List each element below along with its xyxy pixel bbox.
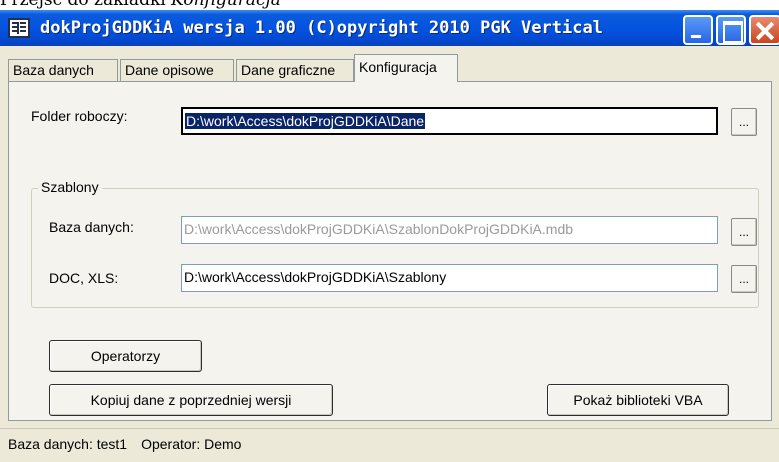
working-folder-value: D:\work\Access\dokProjGDDKiA\Dane xyxy=(185,113,426,129)
title-bar[interactable]: dokProjGDDKiA wersja 1.00 (C)opyright 20… xyxy=(0,10,779,46)
caption-italic: Konfiguracja xyxy=(171,0,281,10)
tab-konfiguracja[interactable]: Konfiguracja xyxy=(354,54,458,82)
caption-prefix: Przejść do zakładki xyxy=(0,0,172,10)
operators-button[interactable]: Operatorzy xyxy=(49,340,202,372)
copy-data-button[interactable]: Kopiuj dane z poprzedniej wersji xyxy=(49,384,333,416)
minimize-button[interactable] xyxy=(683,15,713,45)
tab-dane-opisowe[interactable]: Dane opisowe xyxy=(120,59,234,81)
window-title: dokProjGDDKiA wersja 1.00 (C)opyright 20… xyxy=(40,18,603,38)
working-folder-input[interactable]: D:\work\Access\dokProjGDDKiA\Dane xyxy=(181,107,718,135)
config-panel: Folder roboczy: D:\work\Access\dokProjGD… xyxy=(8,81,772,421)
template-db-label: Baza danych: xyxy=(49,219,134,235)
status-database: Baza danych: test1 xyxy=(8,436,128,452)
tab-dane-graficzne[interactable]: Dane graficzne xyxy=(236,59,354,81)
show-vba-libraries-button[interactable]: Pokaż biblioteki VBA xyxy=(547,384,729,416)
working-folder-label: Folder roboczy: xyxy=(31,108,128,124)
template-docxls-label: DOC, XLS: xyxy=(49,270,119,286)
app-window: dokProjGDDKiA wersja 1.00 (C)opyright 20… xyxy=(0,10,779,462)
status-bar: Baza danych: test1 Operator: Demo xyxy=(0,428,779,462)
tab-baza-danych[interactable]: Baza danych xyxy=(8,59,118,81)
template-docxls-input[interactable]: D:\work\Access\dokProjGDDKiA\Szablony xyxy=(181,264,718,292)
maximize-button[interactable] xyxy=(716,15,746,45)
template-db-browse-button[interactable]: ... xyxy=(731,218,757,246)
templates-group-title: Szablony xyxy=(38,179,102,195)
status-operator: Operator: Demo xyxy=(141,436,242,452)
template-db-input[interactable]: D:\work\Access\dokProjGDDKiA\SzablonDokP… xyxy=(181,216,718,244)
close-button[interactable] xyxy=(749,15,779,45)
app-icon[interactable] xyxy=(8,18,30,38)
working-folder-browse-button[interactable]: ... xyxy=(731,108,757,136)
template-docxls-browse-button[interactable]: ... xyxy=(731,265,757,293)
document-caption: Przejść do zakładki Konfiguracja xyxy=(0,0,281,10)
